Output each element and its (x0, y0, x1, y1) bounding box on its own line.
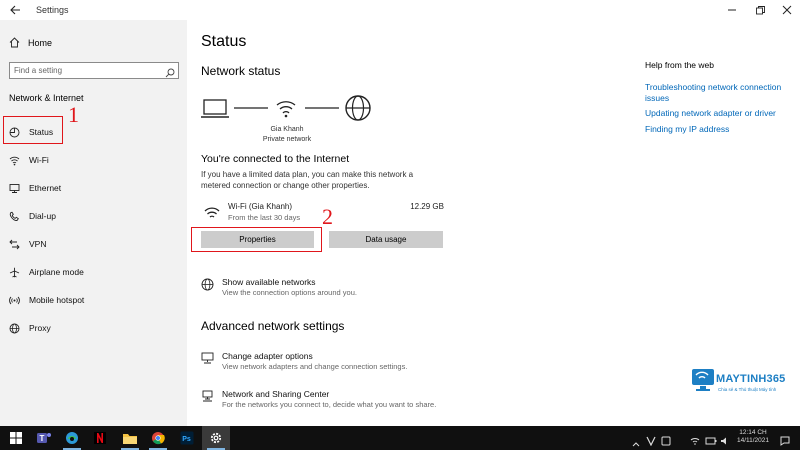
sharing-center-sub: For the networks you connect to, decide … (222, 400, 437, 409)
sidebar-item-hotspot[interactable]: Mobile hotspot (9, 292, 169, 308)
globe-icon (201, 278, 214, 291)
laptop-icon (201, 99, 229, 118)
ethernet-icon (9, 183, 20, 193)
help-link-ip-address[interactable]: Finding my IP address (645, 124, 795, 135)
svg-text:Ps: Ps (182, 436, 191, 443)
show-hidden-icons-chevron-icon[interactable] (632, 434, 640, 450)
sidebar-item-label: Airplane mode (29, 267, 84, 277)
file-explorer-taskbar-icon[interactable] (116, 426, 144, 450)
sidebar-item-label: Proxy (29, 323, 51, 333)
netflix-taskbar-icon[interactable] (86, 426, 114, 450)
show-networks-link[interactable]: Show available networks View the connect… (201, 276, 501, 302)
advanced-heading: Advanced network settings (201, 319, 345, 333)
tray-wifi-icon[interactable] (690, 433, 700, 450)
vpn-icon (9, 239, 20, 249)
change-adapter-sub: View network adapters and change connect… (222, 362, 408, 371)
tray-app-icon-2[interactable] (661, 433, 671, 450)
wifi-router-icon (276, 101, 296, 118)
show-networks-sub: View the connection options around you. (222, 288, 357, 297)
home-icon (9, 37, 20, 48)
adapter-icon (201, 352, 214, 364)
data-usage-button[interactable]: Data usage (329, 231, 443, 248)
help-link-updating-adapter[interactable]: Updating network adapter or driver (645, 108, 795, 119)
sidebar-item-vpn[interactable]: VPN (9, 236, 169, 252)
maytinh365-logo-icon (692, 369, 714, 391)
connection-name: Wi-Fi (Gia Khanh) (228, 202, 293, 211)
connection-data-size: 12.29 GB (410, 202, 444, 211)
network-name-label: Gia Khanh Private network (247, 125, 327, 145)
globe-icon (9, 323, 20, 333)
photoshop-taskbar-icon[interactable]: Ps (173, 426, 201, 450)
show-networks-title: Show available networks (222, 277, 316, 287)
search-icon[interactable] (165, 65, 175, 83)
connection-period: From the last 30 days (228, 213, 301, 222)
annotation-number-2: 2 (322, 204, 333, 229)
annotation-box-status (3, 116, 63, 144)
search-box[interactable] (9, 62, 179, 79)
sidebar-item-label: Ethernet (29, 183, 62, 193)
annotation-number-1: 1 (68, 102, 79, 127)
sidebar-item-label: Mobile hotspot (29, 295, 85, 305)
edge-taskbar-icon[interactable] (58, 426, 86, 450)
sidebar-item-wifi[interactable]: Wi-Fi (9, 152, 169, 168)
clock-time: 12:14 CH (739, 429, 767, 436)
tray-battery-icon[interactable] (705, 433, 717, 450)
change-adapter-link[interactable]: Change adapter options View network adap… (201, 350, 501, 376)
search-input[interactable] (14, 65, 159, 76)
svg-text:T: T (40, 434, 45, 443)
network-name: Gia Khanh (270, 126, 304, 133)
taskbar: T Ps 12:14 CH 14/11/2021 (0, 426, 800, 450)
watermark-brand: MAYTINH365 (716, 373, 786, 385)
sidebar-item-label: Dial-up (29, 211, 56, 221)
wifi-icon (9, 156, 20, 165)
windows-logo-icon (10, 432, 22, 444)
help-link-troubleshooting[interactable]: Troubleshooting network connection issue… (645, 82, 795, 104)
back-arrow-icon[interactable] (8, 3, 22, 17)
sidebar-item-label: VPN (29, 239, 47, 249)
sidebar-item-label: Wi-Fi (29, 155, 49, 165)
teams-taskbar-icon[interactable]: T (30, 426, 58, 450)
taskbar-clock[interactable]: 12:14 CH 14/11/2021 (733, 429, 773, 445)
sidebar-item-dialup[interactable]: Dial-up (9, 208, 169, 224)
sidebar: Home Network & Internet Status Wi-Fi Eth… (0, 20, 187, 426)
watermark-tagline: Chia sẻ & Thủ thuật Máy tính (718, 387, 777, 392)
internet-globe-icon (345, 95, 371, 121)
network-type: Private network (262, 136, 312, 143)
clock-date: 14/11/2021 (736, 437, 770, 444)
start-button[interactable] (2, 426, 30, 450)
hotspot-icon (9, 296, 20, 304)
chrome-taskbar-icon[interactable] (144, 426, 172, 450)
connected-heading: You're connected to the Internet (201, 153, 350, 165)
restore-icon[interactable] (752, 2, 768, 18)
sidebar-item-proxy[interactable]: Proxy (9, 320, 169, 336)
change-adapter-title: Change adapter options (222, 351, 313, 361)
sharing-center-icon (202, 390, 213, 402)
airplane-icon (9, 267, 20, 277)
sidebar-item-ethernet[interactable]: Ethernet (9, 180, 169, 196)
sharing-center-link[interactable]: Network and Sharing Center For the netwo… (201, 388, 501, 414)
window-title: Settings (36, 5, 69, 15)
page-title: Status (201, 33, 247, 50)
sharing-center-title: Network and Sharing Center (222, 389, 330, 399)
watermark-logo: MAYTINH365 Chia sẻ & Thủ thuật Máy tính (676, 331, 794, 426)
tray-volume-icon[interactable] (720, 433, 730, 450)
wifi-signal-icon (204, 207, 220, 218)
dialup-icon (9, 211, 19, 221)
settings-taskbar-icon[interactable] (202, 426, 230, 450)
network-status-heading: Network status (201, 64, 281, 78)
tray-app-icon[interactable] (646, 433, 656, 450)
sidebar-home[interactable]: Home (9, 37, 52, 48)
notification-center-icon[interactable] (780, 433, 790, 450)
connected-description: If you have a limited data plan, you can… (201, 170, 414, 190)
title-bar: Settings (0, 0, 800, 20)
annotation-box-properties (191, 227, 322, 252)
sidebar-home-label: Home (28, 37, 53, 48)
minimize-icon[interactable] (724, 2, 740, 18)
close-icon[interactable] (779, 2, 795, 18)
sidebar-item-airplane[interactable]: Airplane mode (9, 264, 169, 280)
help-title: Help from the web (645, 60, 714, 70)
